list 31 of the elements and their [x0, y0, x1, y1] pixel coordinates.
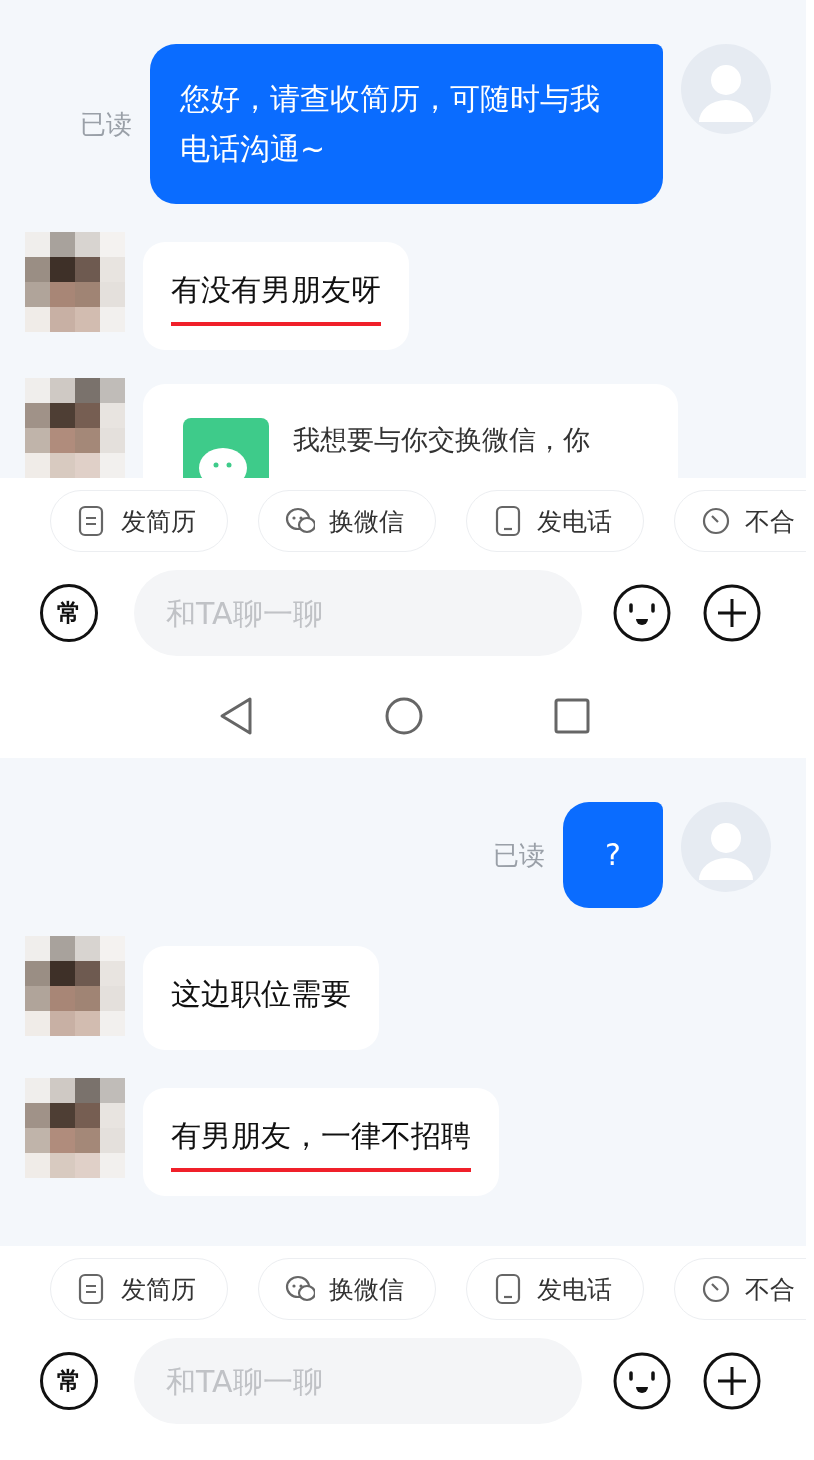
- quick-action-button[interactable]: 换微信: [258, 1258, 436, 1320]
- message-text: 有没有男朋友呀: [171, 268, 381, 326]
- emoji-icon[interactable]: [612, 1351, 672, 1411]
- home-icon[interactable]: [384, 696, 424, 736]
- message-bubble: ?: [563, 802, 663, 908]
- plus-icon[interactable]: [702, 583, 762, 643]
- phone-icon: [493, 1273, 523, 1305]
- clock-icon: [701, 1273, 731, 1305]
- back-icon[interactable]: [218, 696, 254, 736]
- message-bubble: 您好，请查收简历，可随时与我电话沟通~: [150, 44, 663, 204]
- message-text: 这边职位需要: [171, 975, 351, 1013]
- emoji-icon[interactable]: [612, 583, 672, 643]
- quick-action-button[interactable]: 发简历: [50, 1258, 228, 1320]
- avatar-icon: [681, 802, 771, 892]
- quick-action-button[interactable]: 发电话: [466, 490, 644, 552]
- plus-icon[interactable]: [702, 1351, 762, 1411]
- clock-icon: [701, 505, 731, 537]
- card-text: 我想要与你交换微信，你: [293, 423, 590, 457]
- message-text: 有男朋友，一律不招聘: [171, 1114, 471, 1172]
- quick-action-button[interactable]: 换微信: [258, 490, 436, 552]
- quick-action-button[interactable]: 发简历: [50, 490, 228, 552]
- common-phrases-button[interactable]: 常: [40, 1352, 98, 1410]
- quick-action-button[interactable]: 不合: [674, 490, 806, 552]
- quick-action-button[interactable]: 不合: [674, 1258, 806, 1320]
- avatar-icon: [681, 44, 771, 134]
- phone-icon: [493, 505, 523, 537]
- recents-icon[interactable]: [554, 698, 590, 734]
- read-receipt: 已读: [493, 838, 545, 872]
- common-phrases-button[interactable]: 常: [40, 584, 98, 642]
- quick-action-button[interactable]: 发电话: [466, 1258, 644, 1320]
- read-receipt: 已读: [80, 107, 132, 141]
